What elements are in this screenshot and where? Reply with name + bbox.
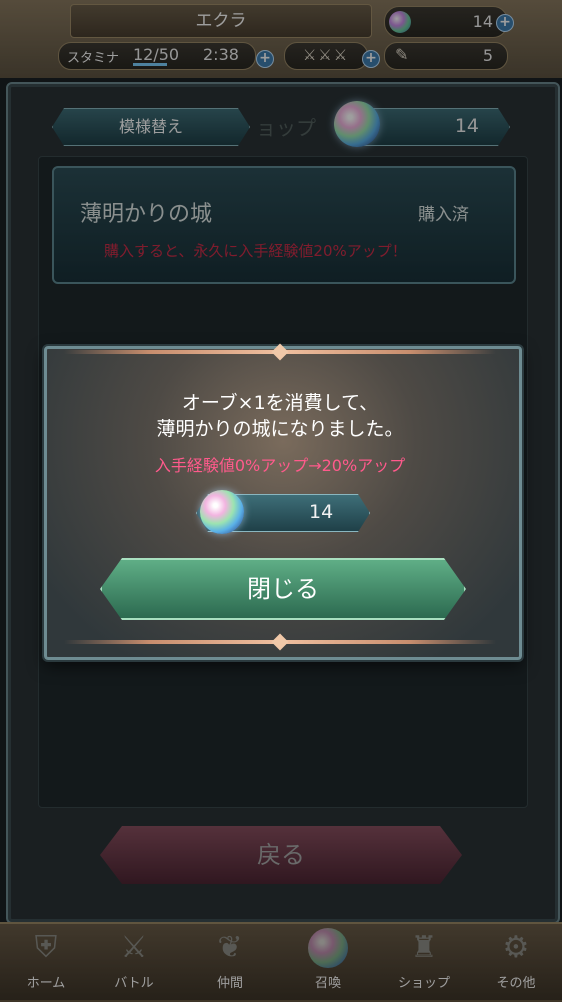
dialog-message-line2: 薄明かりの城になりました。 [156, 418, 404, 440]
orb-icon [200, 490, 244, 534]
dialog-orb-count: 14 [309, 501, 334, 523]
exp-bonus-text: 入手経験値0%アップ→20%アップ [154, 456, 406, 475]
dialog-message-line1: オーブ×1を消費して、 [181, 392, 379, 414]
close-button[interactable]: 閉じる [100, 558, 466, 620]
